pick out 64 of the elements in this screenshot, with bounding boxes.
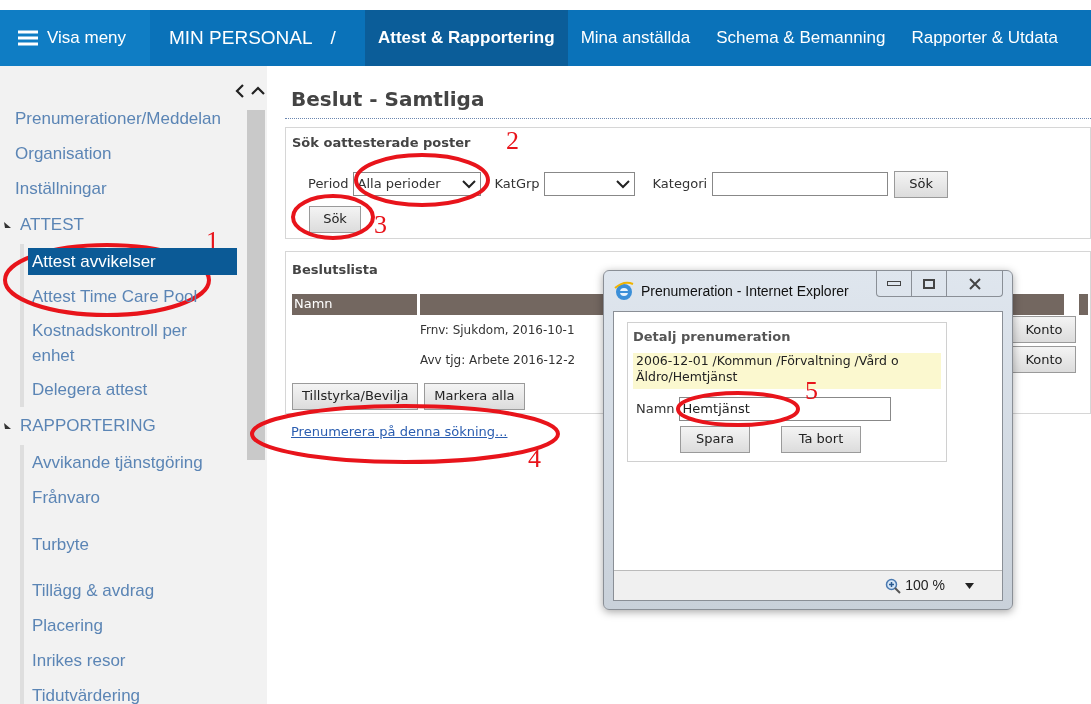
panel-title: Sök oattesterade poster [292, 134, 471, 152]
browser-logo-icon [613, 280, 635, 302]
scrollbar-thumb[interactable] [247, 110, 265, 460]
panel-title: Detalj prenumeration [633, 328, 792, 346]
action-button[interactable]: Markera alla [424, 382, 525, 410]
breadcrumb-separator: / [330, 25, 336, 50]
zoom-level[interactable]: 100 % [905, 575, 945, 596]
chevron-left-icon[interactable] [235, 84, 245, 98]
nav-tab[interactable]: Attest & Rapportering [365, 10, 568, 66]
section-title[interactable]: MIN PERSONAL [169, 23, 313, 53]
dialog-button[interactable]: Ta bort [781, 425, 861, 453]
window-title: Prenumeration - Internet Explorer [641, 281, 849, 301]
zoom-icon[interactable] [885, 577, 902, 594]
column-header: Namn [292, 293, 417, 315]
sidebar-section[interactable]: RAPPORTERING [20, 413, 156, 439]
dialog-button[interactable]: Spara [680, 425, 750, 453]
chevron-down-icon [615, 179, 630, 189]
column-header [1079, 293, 1088, 315]
sidebar-link[interactable]: Inställningar [15, 175, 107, 202]
nav-tab[interactable]: Rapporter & Utdata [898, 10, 1071, 66]
menu-icon [18, 30, 38, 46]
sidebar-item[interactable]: Tidutvärdering [28, 678, 237, 704]
period-select[interactable]: Alla perioder [352, 172, 481, 196]
sidebar-section[interactable]: ATTEST [20, 212, 84, 238]
close-icon [967, 277, 982, 290]
account-button[interactable]: Konto [1012, 346, 1076, 373]
account-button[interactable]: Konto [1012, 316, 1076, 343]
sidebar-item[interactable]: Placering [28, 608, 237, 643]
triangle-icon[interactable] [4, 221, 12, 229]
search-button[interactable]: Sök [894, 170, 949, 198]
triangle-icon[interactable] [4, 422, 12, 430]
sidebar-item[interactable]: Turbyte [28, 515, 237, 573]
category-field[interactable] [712, 172, 889, 196]
nav-tab[interactable]: Mina anställda [567, 10, 704, 66]
subscribe-link[interactable]: Prenumerera på denna sökning... [291, 424, 508, 439]
field-label: KatGrp [494, 175, 540, 194]
table-cell-text: Avv tjg: Arbete 2016-12-2 [420, 351, 576, 369]
field-label: Kategori [652, 175, 708, 194]
sidebar-item[interactable]: Inrikes resor [28, 643, 237, 678]
sidebar-item[interactable]: Attest Time Care Pool [28, 279, 237, 314]
nav-tab[interactable]: Schema & Bemanning [703, 10, 899, 66]
field-label: Period [308, 175, 349, 194]
sidebar-link[interactable]: Prenumerationer/Meddelan [15, 105, 221, 132]
sidebar-link[interactable]: Organisation [15, 140, 112, 167]
table-cell-text: Frnv: Sjukdom, 2016-10-1 [420, 321, 575, 339]
menu-button[interactable]: Visa meny [0, 10, 150, 66]
chevron-down-icon [461, 179, 476, 189]
page-title: Beslut - Samtliga [291, 87, 485, 111]
annotation-number: 3 [374, 212, 387, 238]
sidebar-item[interactable]: Delegera attest [28, 372, 237, 407]
search-button[interactable]: Sök [309, 205, 361, 233]
dropdown-caret-icon[interactable] [965, 582, 974, 589]
sidebar-item[interactable]: Tillägg & avdrag [28, 573, 237, 608]
annotation-number: 2 [506, 128, 519, 154]
field-label: Namn [636, 399, 675, 418]
sidebar-item[interactable]: Attest avvikelser [28, 248, 237, 275]
panel-title: Beslutslista [292, 261, 378, 279]
sidebar-item[interactable]: Kostnadskontroll per enhet [28, 314, 237, 372]
sidebar-item[interactable]: Avvikande tjänstgöring [28, 445, 237, 480]
chevron-up-icon[interactable] [251, 86, 265, 96]
category-group-select[interactable] [543, 172, 635, 196]
sidebar-item[interactable]: Frånvaro [28, 480, 237, 515]
annotation-number: 4 [528, 446, 541, 472]
action-button[interactable]: Tillstyrka/Bevilja [292, 382, 419, 410]
